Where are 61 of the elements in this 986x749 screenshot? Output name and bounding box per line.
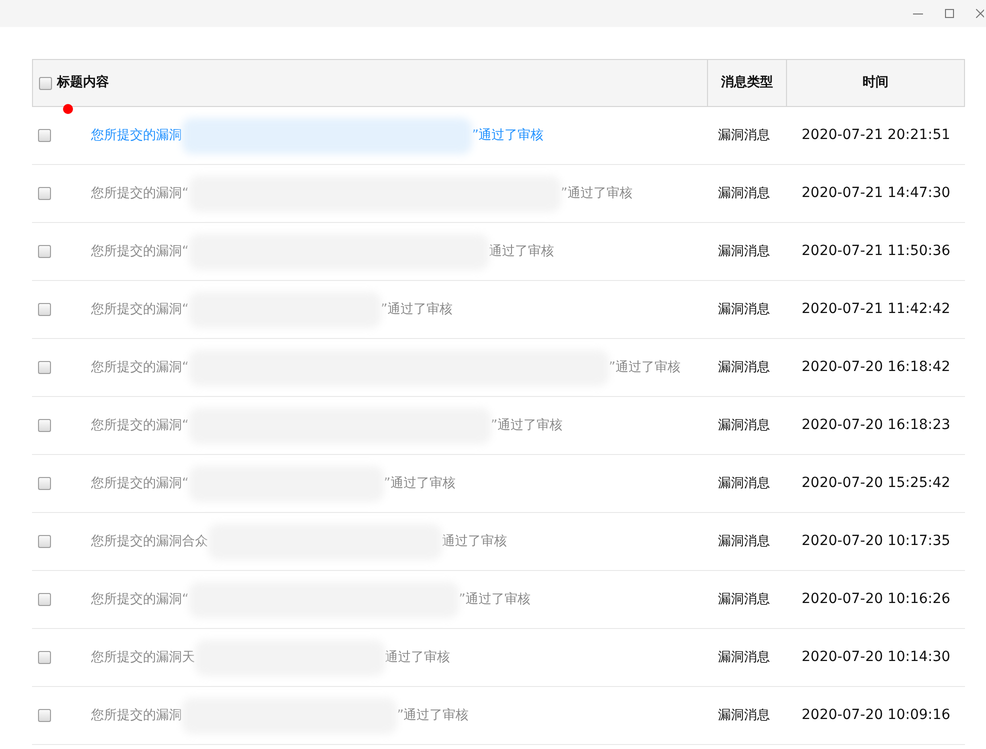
message-title[interactable]: ”通过了审核 — [472, 126, 544, 146]
message-time: 2020-07-21 11:42:42 — [802, 300, 950, 319]
checkbox[interactable] — [38, 651, 51, 664]
message-title[interactable]: 您所提交的漏洞“ — [91, 416, 189, 436]
message-type: 漏洞消息 — [718, 302, 770, 317]
message-time: 2020-07-20 10:16:26 — [802, 590, 950, 609]
message-type: 漏洞消息 — [718, 128, 770, 143]
message-time: 2020-07-21 20:21:51 — [802, 126, 950, 145]
message-type: 漏洞消息 — [718, 418, 770, 433]
message-type: 漏洞消息 — [718, 476, 770, 491]
close-icon[interactable] — [976, 9, 984, 18]
message-time: 2020-07-21 11:50:36 — [802, 242, 950, 261]
message-title[interactable]: 通过了审核 — [442, 532, 507, 552]
message-time: 2020-07-20 10:17:35 — [802, 532, 950, 551]
checkbox[interactable] — [38, 245, 51, 258]
message-title[interactable]: 您所提交的漏洞“ — [91, 474, 189, 494]
checkbox[interactable] — [38, 361, 51, 374]
message-title[interactable]: ”通过了审核 — [458, 590, 530, 610]
checkbox[interactable] — [38, 709, 51, 722]
message-title[interactable]: ”通过了审核 — [490, 416, 562, 436]
message-title[interactable]: 通过了审核 — [488, 242, 554, 262]
message-title[interactable]: ”通过了审核 — [380, 300, 452, 320]
message-time: 2020-07-20 16:18:23 — [802, 416, 950, 435]
message-time: 2020-07-20 10:09:16 — [802, 706, 950, 725]
message-type: 漏洞消息 — [718, 360, 770, 375]
checkbox[interactable] — [38, 419, 51, 432]
checkbox[interactable] — [38, 593, 51, 606]
message-title[interactable]: 您所提交的漏洞“ — [91, 184, 189, 204]
checkbox[interactable] — [38, 303, 51, 316]
column-header: 标题内容 — [57, 74, 109, 92]
message-type: 漏洞消息 — [718, 186, 770, 201]
message-type: 漏洞消息 — [718, 708, 770, 723]
checkbox[interactable] — [38, 535, 51, 548]
message-type: 漏洞消息 — [718, 592, 770, 607]
message-time: 2020-07-20 10:14:30 — [802, 648, 950, 667]
message-title[interactable]: ”通过了审核 — [608, 358, 680, 378]
checkbox[interactable] — [38, 477, 51, 490]
message-type: 漏洞消息 — [718, 534, 770, 549]
message-title[interactable]: ”通过了审核 — [560, 184, 632, 204]
checkbox[interactable] — [38, 129, 51, 142]
message-title[interactable]: ”通过了审核 — [384, 474, 456, 494]
message-title[interactable]: 您所提交的漏洞“ — [91, 358, 189, 378]
checkbox[interactable] — [38, 187, 51, 200]
column-header: 消息类型 — [721, 74, 773, 92]
message-title[interactable]: ”通过了审核 — [397, 706, 469, 726]
message-title[interactable]: 您所提交的漏洞 — [91, 126, 182, 146]
maximize-icon[interactable] — [945, 9, 954, 18]
message-type: 漏洞消息 — [718, 650, 770, 665]
message-title[interactable]: 您所提交的漏洞天 — [91, 648, 195, 668]
message-title[interactable]: 您所提交的漏洞 — [91, 706, 182, 726]
message-time: 2020-07-20 16:18:42 — [802, 358, 950, 377]
message-time: 2020-07-20 15:25:42 — [802, 474, 950, 493]
message-title[interactable]: 您所提交的漏洞“ — [91, 300, 189, 320]
column-header: 时间 — [862, 74, 888, 92]
checkbox[interactable] — [39, 76, 52, 90]
message-title[interactable]: 您所提交的漏洞合众 — [91, 532, 208, 552]
message-title[interactable]: 通过了审核 — [385, 648, 450, 668]
message-type: 漏洞消息 — [718, 244, 770, 259]
message-title[interactable]: 您所提交的漏洞“ — [91, 242, 189, 262]
message-title[interactable]: 您所提交的漏洞“ — [91, 590, 189, 610]
message-time: 2020-07-21 14:47:30 — [802, 184, 950, 203]
